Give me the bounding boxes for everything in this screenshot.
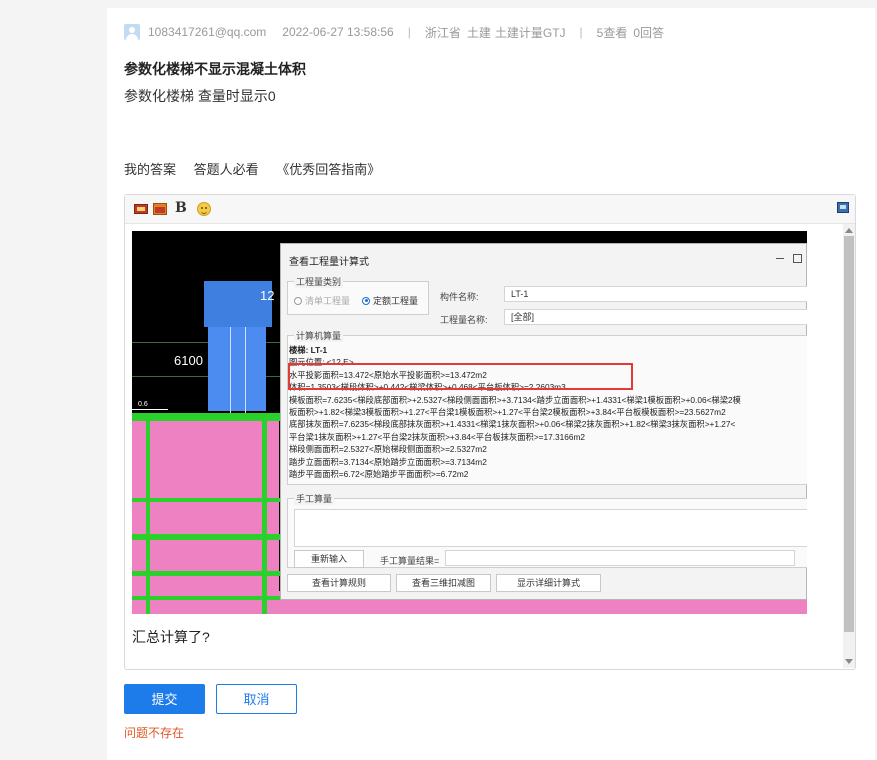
cad-label: 12 [260,288,275,303]
group-label: 计算机算量 [294,329,344,342]
software: 土建计量GTJ [494,25,566,40]
cad-beam [132,571,280,576]
cad-floor [132,421,279,614]
component-name-label: 构件名称: [440,292,479,302]
manual-result-label: 手工算量结果= [380,556,440,566]
radio-list-quantity: 清单工程量 [294,294,350,307]
editor-toolbar: B [125,195,855,224]
calc-dialog: 查看工程量计算式 工程量类别 清单工程量 定额工程量 构件名称: LT-1 工程… [280,243,807,600]
dialog-title: 查看工程量计算式 [289,257,369,268]
manual-calc-group: 手工算量 重新输入 手工算量结果= [287,492,807,568]
avatar [124,24,140,40]
cad-dim-line [132,409,168,410]
maximize-icon [793,254,802,263]
minimize-icon [776,258,784,259]
cad-column [262,413,267,614]
calc-line: 踏步平面面积=6.72<原始踏步平面面积>=6.72m2 [289,469,469,480]
editor-scrollbar[interactable] [843,224,855,668]
calc-line: 楼梯: LT-1 [289,345,328,355]
cad-label: 6100 [174,353,203,368]
editor-content[interactable]: 12 6100 0.6 查看工程量计算式 工程量类别 清单工程量 定额工程量 构… [132,231,844,663]
quantity-type-group: 工程量类别 清单工程量 定额工程量 [287,275,429,315]
manual-input-area [294,509,807,547]
view-3d-button: 查看三维扣减图 [396,574,491,592]
answer-editor[interactable]: B 12 6100 0.6 查看工程量计算式 工程量类别 清单工程量 定额工程量… [124,194,856,670]
question-title: 参数化楼梯不显示混凝土体积 [124,61,306,77]
fullscreen-icon[interactable] [837,202,849,213]
highlight-box [288,363,633,390]
insert-image-icon[interactable] [152,201,168,217]
my-answer-label: 我的答案 [124,162,177,177]
reinput-button: 重新输入 [294,550,364,568]
quantity-name-field: [全部] [504,309,807,325]
scroll-up-icon[interactable] [845,228,853,233]
calc-line: 板面积>+1.82<梯梁3模板面积>+1.27<平台梁1模板面积>+1.27<平… [289,407,726,418]
image-icon[interactable] [133,201,149,217]
quantity-name-label: 工程量名称: [440,315,488,325]
region: 浙江省 [424,25,461,40]
post-datetime: 2022-06-27 13:58:56 [282,25,394,39]
group-label: 手工算量 [294,492,335,505]
question-card: 1083417261@qq.com 2022-06-27 13:58:56 | … [107,8,875,760]
answer-guide-link[interactable]: 《优秀回答指南》 [276,162,380,177]
error-message: 问题不存在 [124,726,185,740]
view-rules-button: 查看计算规则 [287,574,391,592]
calc-line: 平台梁1抹灰面积>+1.27<平台梁2抹灰面积>+3.84<平台板抹灰面积>=1… [289,431,586,442]
submit-button[interactable]: 提交 [124,684,205,714]
meta-separator: | [579,25,583,39]
cad-beam [132,534,280,540]
question-meta: 1083417261@qq.com 2022-06-27 13:58:56 | … [124,23,664,41]
radio-quota-quantity: 定额工程量 [362,294,418,307]
calc-line: 踏步立面面积=3.7134<原始踏步立面面积>=3.7134m2 [289,456,487,467]
emoji-icon[interactable] [197,202,211,216]
user-email[interactable]: 1083417261@qq.com [148,25,266,39]
scroll-down-icon[interactable] [845,659,853,664]
calc-line: 模板面积=7.6235<梯段底部面积>+2.5327<梯段侧面面积>+3.713… [289,394,741,405]
answer-count: 0回答 [633,25,665,40]
manual-result-field [445,550,795,566]
group-label: 工程量类别 [294,275,344,288]
cad-beam [132,413,282,421]
meta-separator: | [407,25,411,39]
scroll-thumb[interactable] [844,236,854,632]
calc-line: 底部抹灰面积=7.6235<梯段底部抹灰面积>+1.4331<梯梁1抹灰面积>+… [289,419,736,430]
cad-column [146,413,150,614]
cad-label: 0.6 [138,401,148,408]
answer-header: 我的答案 答题人必看 《优秀回答指南》 [124,159,394,178]
cad-beam [132,498,280,502]
must-read-link[interactable]: 答题人必看 [194,162,259,177]
question-body: 参数化楼梯 查量时显示0 [124,88,276,104]
bold-button[interactable]: B [175,200,187,216]
component-name-field: LT-1 [504,286,807,302]
show-detail-button: 显示详细计算式 [496,574,601,592]
calc-line: 梯段侧面面积=2.5327<原始梯段侧面面积>=2.5327m2 [289,444,487,455]
pasted-screenshot: 12 6100 0.6 查看工程量计算式 工程量类别 清单工程量 定额工程量 构… [132,231,807,614]
category: 土建 [466,25,491,40]
view-count: 5查看 [596,25,628,40]
summary-text: 汇总计算了? [132,629,210,645]
cad-stair-rail [230,327,246,413]
cancel-button[interactable]: 取消 [216,684,297,714]
